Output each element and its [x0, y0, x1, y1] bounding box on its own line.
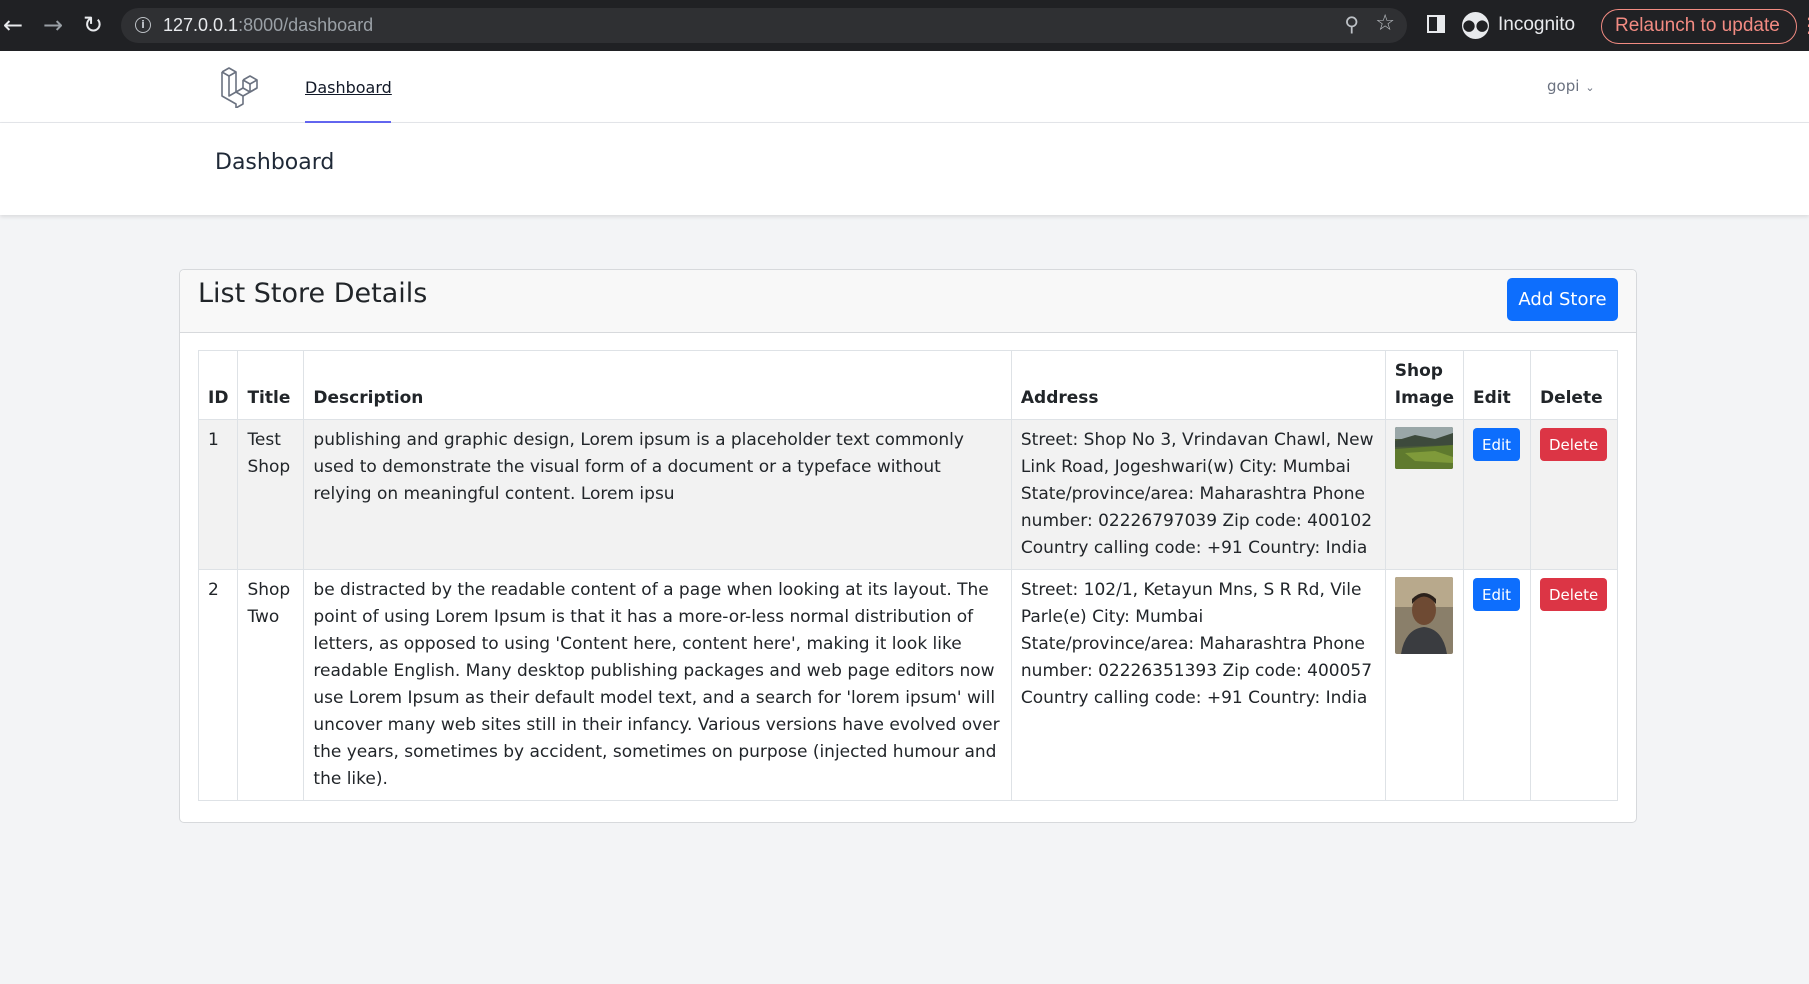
- cell-address: Street: 102/1, Ketayun Mns, S R Rd, Vile…: [1010, 569, 1386, 801]
- nav-link-dashboard[interactable]: Dashboard: [305, 51, 392, 123]
- page-title: Dashboard: [215, 150, 335, 175]
- cell-shop-image: [1384, 569, 1464, 801]
- table-header-row: ID Title Description Address Shop Image …: [197, 350, 1619, 420]
- incognito-label: Incognito: [1498, 14, 1576, 35]
- cell-delete: Delete: [1529, 569, 1619, 801]
- browser-menu-icon[interactable]: ⋮: [1799, 13, 1809, 37]
- site-info-icon[interactable]: i: [135, 17, 151, 33]
- cell-edit: Edit: [1462, 569, 1531, 801]
- url-path: :8000/dashboard: [238, 15, 374, 35]
- shop-image-portrait: [1394, 577, 1453, 654]
- incognito-icon: ●●: [1462, 12, 1489, 39]
- store-list-card: List Store Details Add Store ID Title De…: [179, 269, 1637, 823]
- column-header-shop-image: Shop Image: [1384, 350, 1464, 420]
- cell-description: be distracted by the readable content of…: [303, 569, 1012, 801]
- side-panel-icon[interactable]: [1427, 15, 1445, 33]
- column-header-description: Description: [303, 350, 1012, 420]
- add-store-button[interactable]: Add Store: [1507, 278, 1618, 321]
- url-text[interactable]: 127.0.0.1:8000/dashboard: [163, 15, 373, 36]
- cell-address: Street: Shop No 3, Vrindavan Chawl, New …: [1010, 419, 1386, 570]
- column-header-title: Title: [237, 350, 305, 420]
- cell-shop-image: [1384, 419, 1464, 570]
- stores-table: ID Title Description Address Shop Image …: [197, 350, 1619, 801]
- zoom-icon[interactable]: ⚲: [1344, 12, 1359, 36]
- laravel-logo-icon[interactable]: [219, 66, 259, 108]
- cell-title: Test Shop: [237, 419, 305, 570]
- cell-delete: Delete: [1529, 419, 1619, 570]
- cell-title: Shop Two: [237, 569, 305, 801]
- card-header: List Store Details Add Store: [180, 270, 1636, 333]
- cell-id: 1: [197, 419, 239, 570]
- back-arrow-icon[interactable]: ←: [0, 11, 26, 39]
- shop-image-landscape: [1394, 427, 1453, 469]
- column-header-id: ID: [197, 350, 239, 420]
- cell-description: publishing and graphic design, Lorem ips…: [303, 419, 1012, 570]
- delete-button[interactable]: Delete: [1539, 428, 1608, 461]
- user-name: gopi: [1547, 77, 1580, 95]
- delete-button[interactable]: Delete: [1539, 578, 1608, 611]
- cell-id: 2: [197, 569, 239, 801]
- reload-icon[interactable]: ↻: [80, 11, 106, 39]
- table-row: 1 Test Shop publishing and graphic desig…: [197, 419, 1619, 570]
- column-header-edit: Edit: [1462, 350, 1531, 420]
- card-title: List Store Details: [198, 278, 428, 309]
- bookmark-star-icon[interactable]: ☆: [1375, 11, 1395, 36]
- column-header-delete: Delete: [1529, 350, 1619, 420]
- app-navbar: Dashboard gopi ⌄: [0, 51, 1809, 123]
- table-row: 2 Shop Two be distracted by the readable…: [197, 569, 1619, 801]
- relaunch-button[interactable]: Relaunch to update: [1601, 9, 1797, 44]
- edit-button[interactable]: Edit: [1472, 578, 1521, 611]
- page-header: Dashboard: [0, 123, 1809, 215]
- url-host: 127.0.0.1: [163, 15, 239, 35]
- chevron-down-icon: ⌄: [1585, 81, 1595, 94]
- column-header-address: Address: [1010, 350, 1386, 420]
- forward-arrow-icon[interactable]: →: [40, 11, 66, 39]
- edit-button[interactable]: Edit: [1472, 428, 1521, 461]
- browser-toolbar: ← → ↻ i 127.0.0.1:8000/dashboard ⚲ ☆ ●● …: [0, 0, 1809, 51]
- address-bar[interactable]: i 127.0.0.1:8000/dashboard ⚲ ☆: [121, 8, 1407, 43]
- user-menu[interactable]: gopi ⌄: [1547, 77, 1595, 95]
- cell-edit: Edit: [1462, 419, 1531, 570]
